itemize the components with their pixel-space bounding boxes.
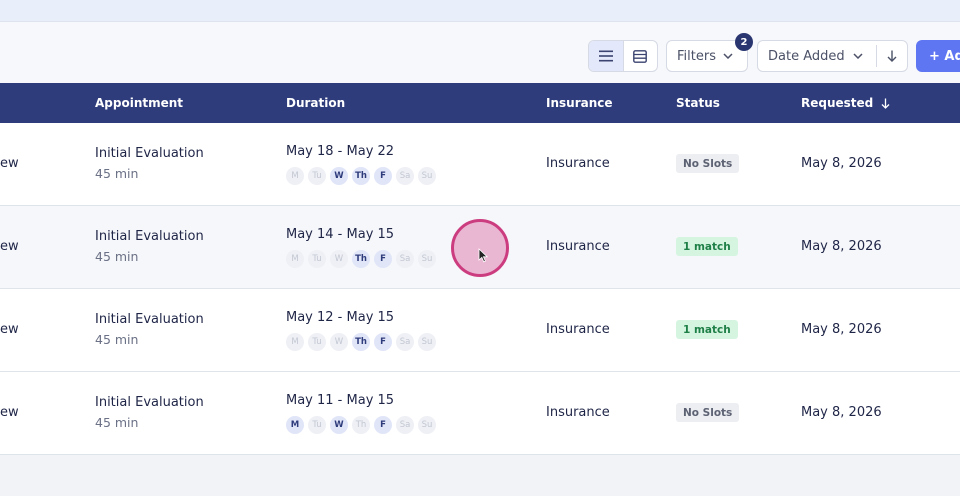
weekday-pill: M xyxy=(286,250,304,268)
duration-range: May 18 - May 22 xyxy=(286,144,395,159)
filters-label: Filters xyxy=(677,48,716,64)
weekday-pill: Tu xyxy=(308,250,326,268)
appointment-name: Initial Evaluation xyxy=(95,229,204,244)
sort-direction-button[interactable] xyxy=(876,45,907,67)
table-row[interactable]: ew Initial Evaluation 45 min May 12 - May 1… xyxy=(0,289,960,372)
top-bar xyxy=(0,0,960,22)
row-view-link[interactable]: ew xyxy=(0,156,19,171)
weekday-pill: M xyxy=(286,333,304,351)
row-view-link[interactable]: ew xyxy=(0,405,19,420)
weekday-pill: Th xyxy=(352,250,370,268)
sort-label: Date Added xyxy=(768,48,845,64)
weekday-pill: F xyxy=(374,250,392,268)
weekday-pills: M Tu W Th F Sa Su xyxy=(286,167,436,185)
appointment-name: Initial Evaluation xyxy=(95,312,204,327)
weekday-pill: F xyxy=(374,167,392,185)
chevron-down-icon xyxy=(723,53,733,59)
weekday-pill: F xyxy=(374,333,392,351)
duration-range: May 11 - May 15 xyxy=(286,393,395,408)
list-view-button[interactable] xyxy=(589,41,623,71)
column-duration[interactable]: Duration xyxy=(286,96,345,110)
weekday-pill: Sa xyxy=(396,416,414,434)
duration-range: May 14 - May 15 xyxy=(286,227,395,242)
weekday-pill: Su xyxy=(418,333,436,351)
weekday-pill: Tu xyxy=(308,167,326,185)
row-view-link[interactable]: ew xyxy=(0,322,19,337)
duration-range: May 12 - May 15 xyxy=(286,310,395,325)
status-badge: No Slots xyxy=(676,154,740,173)
chevron-down-icon xyxy=(853,53,863,59)
appointment-name: Initial Evaluation xyxy=(95,146,204,161)
weekday-pill: W xyxy=(330,333,348,351)
weekday-pill: Su xyxy=(418,167,436,185)
appointment-length: 45 min xyxy=(95,415,139,430)
status-badge: 1 match xyxy=(676,237,738,256)
insurance-value: Insurance xyxy=(546,239,610,254)
weekday-pill: W xyxy=(330,167,348,185)
row-view-link[interactable]: ew xyxy=(0,239,19,254)
appointment-length: 45 min xyxy=(95,332,139,347)
insurance-value: Insurance xyxy=(546,405,610,420)
appointment-length: 45 min xyxy=(95,166,139,181)
insurance-value: Insurance xyxy=(546,156,610,171)
requested-date: May 8, 2026 xyxy=(801,239,882,254)
weekday-pill: Su xyxy=(418,416,436,434)
weekday-pill: Tu xyxy=(308,333,326,351)
weekday-pill: W xyxy=(330,416,348,434)
column-insurance[interactable]: Insurance xyxy=(546,96,613,110)
weekday-pill: W xyxy=(330,250,348,268)
appointment-name: Initial Evaluation xyxy=(95,395,204,410)
list-icon xyxy=(598,50,613,62)
requested-date: May 8, 2026 xyxy=(801,322,882,337)
weekday-pill: Su xyxy=(418,250,436,268)
filters-count-badge: 2 xyxy=(735,33,753,51)
weekday-pill: Sa xyxy=(396,250,414,268)
add-button[interactable]: + Ad xyxy=(916,40,960,72)
table-view-button[interactable] xyxy=(622,41,657,71)
table-row[interactable]: ew Initial Evaluation 45 min May 11 - May 1… xyxy=(0,372,960,455)
column-requested-label: Requested xyxy=(801,96,874,110)
column-status[interactable]: Status xyxy=(676,96,720,110)
cursor-icon xyxy=(478,248,489,263)
weekday-pill: Sa xyxy=(396,167,414,185)
sort-arrow-down-icon xyxy=(881,98,890,109)
table-icon xyxy=(633,49,648,63)
weekday-pill: F xyxy=(374,416,392,434)
insurance-value: Insurance xyxy=(546,322,610,337)
arrow-down-icon xyxy=(887,50,897,62)
weekday-pill: Th xyxy=(352,167,370,185)
weekday-pill: Th xyxy=(352,333,370,351)
requested-date: May 8, 2026 xyxy=(801,405,882,420)
status-badge: 1 match xyxy=(676,320,738,339)
table-header: Appointment Duration Insurance Status Re… xyxy=(0,83,960,123)
weekday-pills: M Tu W Th F Sa Su xyxy=(286,333,436,351)
sort-select[interactable]: Date Added xyxy=(757,40,908,72)
status-badge: No Slots xyxy=(676,403,740,422)
weekday-pill: Sa xyxy=(396,333,414,351)
view-toggle xyxy=(588,40,658,72)
weekday-pill: M xyxy=(286,416,304,434)
weekday-pills: M Tu W Th F Sa Su xyxy=(286,416,436,434)
weekday-pill: Th xyxy=(352,416,370,434)
appointment-length: 45 min xyxy=(95,249,139,264)
table-row[interactable]: ew Initial Evaluation 45 min May 18 - May 2… xyxy=(0,123,960,206)
weekday-pills: M Tu W Th F Sa Su xyxy=(286,250,436,268)
requested-date: May 8, 2026 xyxy=(801,156,882,171)
weekday-pill: M xyxy=(286,167,304,185)
column-requested[interactable]: Requested xyxy=(801,96,890,110)
weekday-pill: Tu xyxy=(308,416,326,434)
column-appointment[interactable]: Appointment xyxy=(95,96,183,110)
